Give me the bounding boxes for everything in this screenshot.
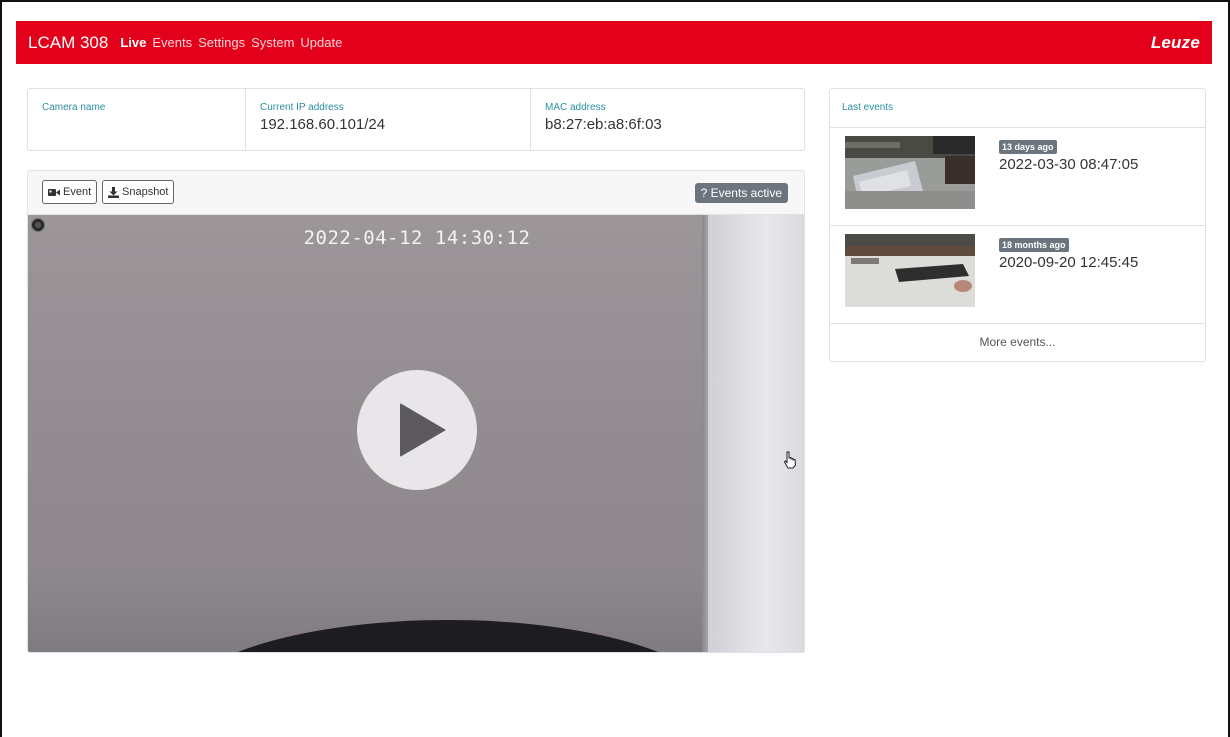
paper-strip — [708, 215, 804, 652]
camera-name-cell: Camera name — [28, 89, 246, 150]
leuze-logo: Leuze — [1150, 32, 1200, 52]
event-age-badge: 13 days ago — [999, 140, 1057, 154]
mac-address-value: b8:27:eb:a8:6f:03 — [545, 116, 662, 133]
play-button[interactable] — [357, 370, 477, 490]
event-item[interactable]: 18 months ago 2020-09-20 12:45:45 — [830, 226, 1205, 324]
event-timestamp: 2022-03-30 08:47:05 — [999, 156, 1139, 173]
event-item[interactable]: 13 days ago 2022-03-30 08:47:05 — [830, 128, 1205, 226]
last-events-header: Last events — [830, 89, 1205, 128]
mac-address-label: MAC address — [545, 102, 606, 113]
top-navbar: LCAM 308 Live Events Settings System Upd… — [16, 21, 1212, 64]
play-icon — [400, 403, 446, 457]
snapshot-button-label: Snapshot — [122, 186, 169, 198]
pointer-hand-icon — [783, 451, 797, 474]
event-age-badge: 18 months ago — [999, 238, 1069, 252]
nav-link-events[interactable]: Events — [152, 35, 192, 50]
video-camera-icon — [48, 188, 60, 197]
ip-address-label: Current IP address — [260, 102, 344, 113]
events-active-badge: ? Events active — [694, 183, 788, 203]
camera-info-card: Camera name Current IP address 192.168.6… — [27, 88, 805, 151]
brand-title[interactable]: LCAM 308 — [28, 33, 108, 53]
ip-address-value: 192.168.60.101/24 — [260, 116, 386, 133]
mac-address-cell: MAC address b8:27:eb:a8:6f:03 — [531, 89, 804, 150]
snapshot-button[interactable]: Snapshot — [102, 180, 175, 204]
ip-address-cell: Current IP address 192.168.60.101/24 — [246, 89, 531, 150]
camera-name-value — [42, 116, 231, 134]
nav-link-system[interactable]: System — [251, 35, 294, 50]
video-timestamp: 2022-04-12 14:30:12 — [303, 227, 531, 249]
event-timestamp: 2020-09-20 12:45:45 — [999, 254, 1139, 271]
last-events-card: Last events 13 days ago 2022-03-30 08:47… — [829, 88, 1206, 362]
nav-link-update[interactable]: Update — [300, 35, 342, 50]
camera-name-label: Camera name — [42, 102, 106, 113]
event-thumbnail[interactable] — [845, 136, 975, 209]
event-thumbnail[interactable] — [845, 234, 975, 307]
event-button-label: Event — [63, 186, 92, 198]
video-stream[interactable]: 2022-04-12 14:30:12 — [28, 215, 804, 652]
nav-link-live[interactable]: Live — [120, 35, 146, 50]
live-video-card: Event Snapshot ? Events active 2022-04-1… — [27, 170, 805, 653]
dark-object — [173, 620, 723, 652]
more-events-link[interactable]: More events... — [830, 324, 1205, 360]
event-button[interactable]: Event — [42, 180, 98, 204]
nav-link-settings[interactable]: Settings — [198, 35, 245, 50]
video-toolbar: Event Snapshot ? Events active — [28, 171, 804, 215]
download-icon — [108, 186, 119, 198]
